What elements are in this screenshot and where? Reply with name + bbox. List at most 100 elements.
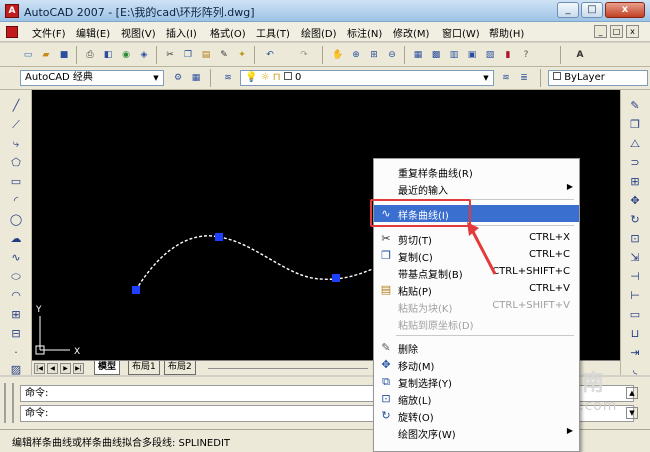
spline-grip[interactable] — [132, 286, 140, 294]
document-icon[interactable] — [6, 26, 18, 38]
ellipse-arc-icon[interactable]: ◠ — [8, 288, 24, 304]
offset-icon[interactable]: ⊃ — [627, 155, 643, 171]
ctx-move[interactable]: ✥ 移动(M) — [374, 356, 579, 373]
point-icon[interactable]: · — [8, 345, 24, 361]
polyline-icon[interactable]: ⤷ — [8, 136, 24, 152]
new-file-icon[interactable]: ▭ — [20, 47, 36, 63]
join-icon[interactable]: ⊔ — [627, 326, 643, 342]
ctx-erase[interactable]: ✎ 删除 — [374, 339, 579, 356]
scale-icon[interactable]: ⊡ — [627, 231, 643, 247]
make-current-layer-icon[interactable]: ≋ — [498, 70, 514, 86]
close-button[interactable]: x — [605, 2, 645, 18]
menu-help[interactable]: 帮助(H) — [489, 25, 524, 40]
doc-minimize-button[interactable]: _ — [594, 25, 607, 38]
paste-icon[interactable]: ▤ — [198, 47, 214, 63]
minimize-button[interactable]: _ — [557, 2, 579, 18]
menu-modify[interactable]: 修改(M) — [393, 25, 429, 40]
menu-dimension[interactable]: 标注(N) — [347, 25, 382, 40]
arc-icon[interactable]: ◜ — [8, 193, 24, 209]
pan-icon[interactable]: ✋ — [330, 47, 346, 63]
revision-cloud-icon[interactable]: ☁ — [8, 231, 24, 247]
print-icon[interactable]: ⎙ — [82, 47, 98, 63]
publish-icon[interactable]: ◉ — [118, 47, 134, 63]
doc-restore-button[interactable]: □ — [610, 25, 623, 38]
ellipse-icon[interactable]: ⬭ — [8, 269, 24, 285]
trim-icon[interactable]: ⊣ — [627, 269, 643, 285]
text-style-icon[interactable]: A — [572, 47, 588, 63]
menu-view[interactable]: 视图(V) — [121, 25, 156, 40]
tab-layout1[interactable]: 布局1 — [128, 361, 160, 375]
circle-icon[interactable]: ◯ — [8, 212, 24, 228]
spline-grip[interactable] — [215, 233, 223, 241]
match-properties-icon[interactable]: ✎ — [216, 47, 232, 63]
cut-icon[interactable]: ✂ — [162, 47, 178, 63]
save-icon[interactable]: ■ — [56, 47, 72, 63]
line-icon[interactable]: ╱ — [8, 98, 24, 114]
copy-object-icon[interactable]: ❐ — [627, 117, 643, 133]
tab-model[interactable]: 模型 — [94, 361, 121, 375]
chamfer-icon[interactable]: ⇥ — [627, 345, 643, 361]
command-window-grip[interactable] — [4, 383, 14, 423]
copy-icon[interactable]: ❐ — [180, 47, 196, 63]
spline-curve[interactable] — [135, 235, 378, 291]
prev-tab-icon[interactable]: ◀ — [47, 363, 58, 374]
polygon-icon[interactable]: ⬠ — [8, 155, 24, 171]
layer-previous-icon[interactable]: ≣ — [516, 70, 532, 86]
hatch-icon[interactable]: ▨ — [8, 362, 24, 378]
rotate-icon[interactable]: ↻ — [627, 212, 643, 228]
doc-close-button[interactable]: x — [626, 25, 639, 38]
horizontal-scrollbar[interactable] — [208, 368, 368, 369]
color-control[interactable]: ByLayer — [548, 70, 648, 86]
zoom-realtime-icon[interactable]: ⊕ — [348, 47, 364, 63]
move-icon[interactable]: ✥ — [627, 193, 643, 209]
menu-file[interactable]: 文件(F) — [32, 25, 66, 40]
open-folder-icon[interactable]: ▰ — [38, 47, 54, 63]
layer-manager-icon[interactable]: ≋ — [220, 70, 236, 86]
menu-tools[interactable]: 工具(T) — [256, 25, 290, 40]
construction-line-icon[interactable]: ⟋ — [8, 117, 24, 133]
insert-block-icon[interactable]: ⊞ — [8, 307, 24, 323]
ctx-rotate[interactable]: ↻ 旋转(O) — [374, 407, 579, 424]
workspace-settings-icon[interactable]: ⚙ — [170, 70, 186, 86]
spline-grip[interactable] — [332, 274, 340, 282]
save-workspace-icon[interactable]: ▦ — [188, 70, 204, 86]
make-block-icon[interactable]: ⊟ — [8, 326, 24, 342]
workspace-select[interactable]: AutoCAD 经典 ▼ — [20, 70, 164, 86]
properties-icon[interactable]: ▦ — [410, 47, 426, 63]
3d-dwf-icon[interactable]: ◈ — [136, 47, 152, 63]
ctx-recent-input[interactable]: 最近的输入 ▶ — [374, 180, 579, 197]
rectangle-icon[interactable]: ▭ — [8, 174, 24, 190]
maximize-button[interactable]: □ — [581, 2, 603, 18]
zoom-window-icon[interactable]: ⊞ — [366, 47, 382, 63]
quick-calc-icon[interactable]: ▮ — [500, 47, 516, 63]
next-tab-icon[interactable]: ▶ — [60, 363, 71, 374]
ctx-draw-order[interactable]: 绘图次序(W) ▶ — [374, 424, 579, 441]
menu-window[interactable]: 窗口(W) — [442, 25, 480, 40]
tool-palettes-icon[interactable]: ▥ — [446, 47, 462, 63]
block-editor-icon[interactable]: ✦ — [234, 47, 250, 63]
ctx-repeat-spline[interactable]: 重复样条曲线(R) — [374, 163, 579, 180]
extend-icon[interactable]: ⊢ — [627, 288, 643, 304]
menu-edit[interactable]: 编辑(E) — [76, 25, 110, 40]
last-tab-icon[interactable]: ▶| — [73, 363, 84, 374]
undo-icon[interactable]: ↶ — [262, 47, 278, 63]
markup-icon[interactable]: ▧ — [482, 47, 498, 63]
ctx-copy-selection[interactable]: ⧉ 复制选择(Y) — [374, 373, 579, 390]
help-icon[interactable]: ? — [518, 47, 534, 63]
erase-icon[interactable]: ✎ — [627, 98, 643, 114]
mirror-icon[interactable]: ⧍ — [627, 136, 643, 152]
ctx-paste[interactable]: ▤ 粘贴(P) CTRL+V — [374, 281, 579, 298]
menu-format[interactable]: 格式(O) — [210, 25, 246, 40]
zoom-previous-icon[interactable]: ⊖ — [384, 47, 400, 63]
menu-insert[interactable]: 插入(I) — [166, 25, 197, 40]
first-tab-icon[interactable]: |◀ — [34, 363, 45, 374]
design-center-icon[interactable]: ▩ — [428, 47, 444, 63]
array-icon[interactable]: ⊞ — [627, 174, 643, 190]
ctx-scale[interactable]: ⊡ 缩放(L) — [374, 390, 579, 407]
spline-icon[interactable]: ∿ — [8, 250, 24, 266]
sheet-set-icon[interactable]: ▣ — [464, 47, 480, 63]
stretch-icon[interactable]: ⇲ — [627, 250, 643, 266]
redo-icon[interactable]: ↷ — [296, 47, 312, 63]
break-icon[interactable]: ▭ — [627, 307, 643, 323]
menu-draw[interactable]: 绘图(D) — [301, 25, 337, 40]
